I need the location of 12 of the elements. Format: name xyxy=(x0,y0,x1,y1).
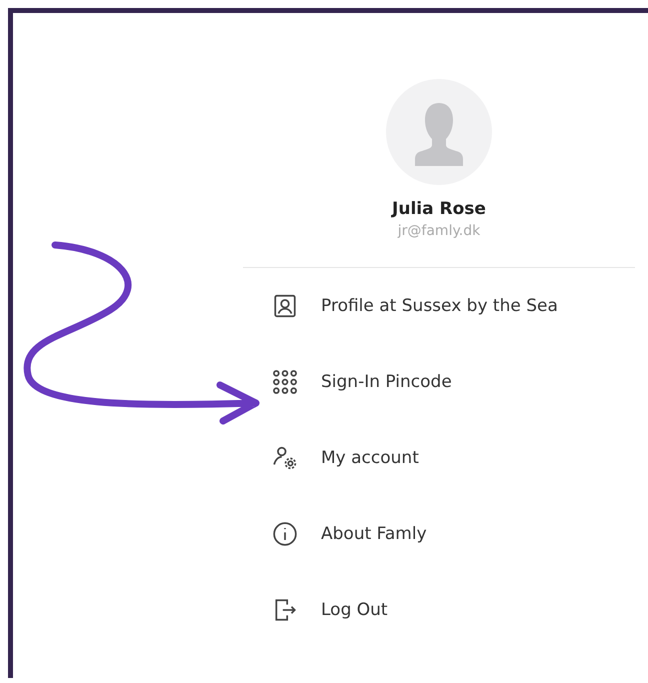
menu-item[interactable]: Profile at Sussex by the Sea xyxy=(321,296,558,316)
info-icon xyxy=(272,521,298,547)
person-card-icon xyxy=(272,293,298,319)
menu-item[interactable]: About Famly xyxy=(321,524,427,544)
menu-item[interactable]: My account xyxy=(321,448,419,468)
menu-item[interactable]: Log Out xyxy=(321,600,388,620)
user-settings-icon xyxy=(272,445,298,471)
user-email: jr@famly.dk xyxy=(398,223,480,239)
user-name: Julia Rose xyxy=(392,199,486,219)
menu-item[interactable]: Sign-In Pincode xyxy=(321,372,452,392)
avatar-silhouette-icon xyxy=(386,79,492,185)
keypad-icon xyxy=(272,369,298,395)
